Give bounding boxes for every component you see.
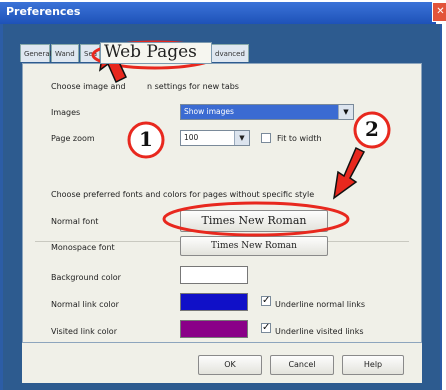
page-zoom-select[interactable]: 100 ▼ [180, 130, 250, 146]
normal-font-label: Normal font [51, 217, 99, 226]
help-button[interactable]: Help [342, 355, 404, 375]
normal-link-color-swatch[interactable] [180, 293, 248, 311]
page-zoom-label: Page zoom [51, 134, 95, 143]
background-color-swatch[interactable] [180, 266, 248, 284]
images-heading-left: Choose image and [51, 82, 126, 91]
fonts-heading: Choose preferred fonts and colors for pa… [51, 190, 315, 199]
normal-font-button[interactable]: Times New Roman [180, 210, 328, 232]
fit-to-width-checkbox[interactable] [261, 133, 271, 143]
close-button[interactable]: ✕ [432, 2, 446, 22]
fit-to-width-label: Fit to width [277, 134, 322, 143]
background-color-label: Background color [51, 273, 121, 282]
chevron-down-icon: ▼ [338, 105, 353, 119]
underline-normal-links-checkbox[interactable] [261, 295, 271, 306]
title-bar: Preferences [0, 0, 436, 24]
normal-link-color-label: Normal link color [51, 300, 119, 309]
dialog-footer: OK Cancel Help [22, 343, 422, 383]
window-title: Preferences [6, 5, 81, 18]
images-select[interactable]: Show images ▼ [180, 104, 354, 120]
web-pages-panel: Choose image and n settings for new tabs… [22, 63, 422, 343]
tab-advanced[interactable]: dvanced [211, 44, 249, 62]
visited-link-color-swatch[interactable] [180, 320, 248, 338]
cancel-button[interactable]: Cancel [270, 355, 334, 375]
images-heading-right: n settings for new tabs [147, 82, 239, 91]
tab-search[interactable]: Sea [80, 44, 100, 62]
tab-web-pages[interactable]: Web Pages [100, 42, 212, 64]
chevron-down-icon: ▼ [234, 131, 249, 145]
tab-wand[interactable]: Wand [51, 44, 79, 62]
images-label: Images [51, 108, 81, 117]
tab-general[interactable]: General [20, 44, 52, 62]
visited-link-color-label: Visited link color [51, 327, 117, 336]
preferences-dialog: Preferences ✕ General Wand Sea Web Pages… [0, 0, 446, 390]
underline-visited-links-label: Underline visited links [275, 327, 364, 336]
underline-normal-links-label: Underline normal links [275, 300, 366, 309]
page-zoom-value: 100 [184, 133, 199, 142]
monospace-font-label: Monospace font [51, 243, 115, 252]
underline-visited-links-checkbox[interactable] [261, 322, 271, 333]
close-icon: ✕ [436, 6, 445, 17]
ok-button[interactable]: OK [198, 355, 262, 375]
monospace-font-button[interactable]: Times New Roman [180, 236, 328, 256]
images-select-value: Show images [184, 107, 234, 116]
